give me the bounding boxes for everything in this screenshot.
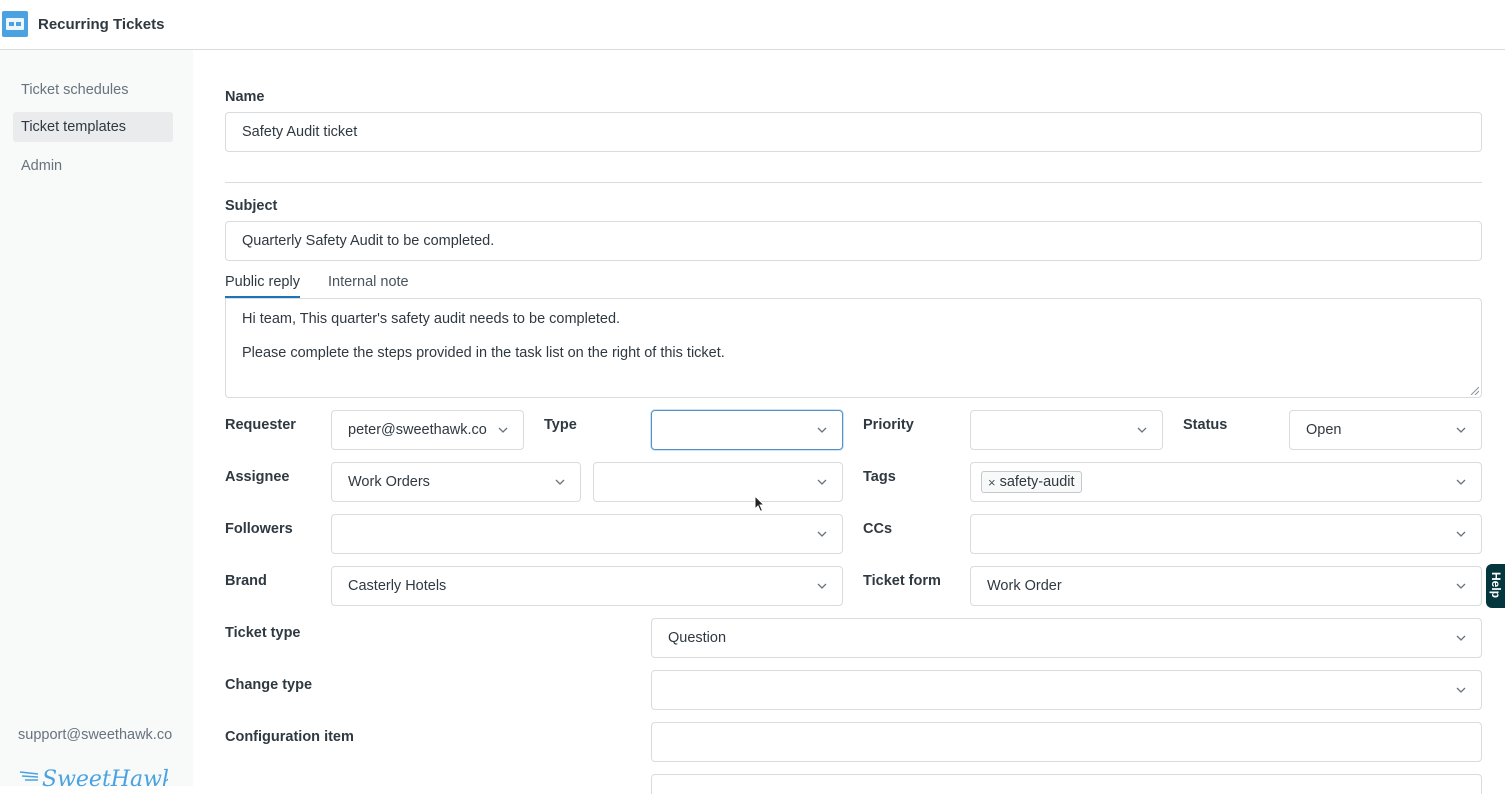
mouse-cursor-icon: [754, 495, 766, 513]
tab-public-reply[interactable]: Public reply: [225, 274, 300, 298]
chevron-down-icon: [817, 427, 827, 433]
requester-value: peter@sweethawk.co: [348, 422, 487, 438]
sidebar-item-ticket-templates[interactable]: Ticket templates: [13, 112, 173, 142]
change-type-label: Change type: [225, 677, 313, 693]
name-label: Name: [225, 89, 265, 105]
assignee-group-select[interactable]: Work Orders: [331, 462, 581, 502]
priority-select[interactable]: [970, 410, 1163, 450]
subject-value: Quarterly Safety Audit to be completed.: [242, 233, 495, 249]
sidebar-item-ticket-schedules[interactable]: Ticket schedules: [13, 75, 173, 105]
status-label: Status: [1183, 417, 1228, 433]
assignee-agent-select[interactable]: [593, 462, 843, 502]
brand-select[interactable]: Casterly Hotels: [331, 566, 843, 606]
chevron-down-icon: [1456, 427, 1466, 433]
brand-label: Brand: [225, 573, 267, 589]
type-label: Type: [544, 417, 577, 433]
chevron-down-icon: [1456, 531, 1466, 537]
configuration-item-label: Configuration item: [225, 729, 354, 745]
tag-chip: × safety-audit: [981, 471, 1082, 493]
sweethawk-logo: SweetHawk: [18, 766, 168, 788]
name-value: Safety Audit ticket: [242, 124, 358, 140]
chevron-down-icon: [817, 583, 827, 589]
app-title: Recurring Tickets: [38, 16, 165, 33]
ccs-select[interactable]: [970, 514, 1482, 554]
tags-label: Tags: [863, 469, 896, 485]
chevron-down-icon: [1456, 635, 1466, 641]
followers-select[interactable]: [331, 514, 843, 554]
configuration-item-input[interactable]: [651, 722, 1482, 762]
sidebar-item-admin[interactable]: Admin: [13, 151, 173, 181]
body-line-1: Hi team, This quarter's safety audit nee…: [242, 311, 621, 327]
assignee-group-value: Work Orders: [348, 474, 430, 490]
ticket-form-select[interactable]: Work Order: [970, 566, 1482, 606]
name-input[interactable]: Safety Audit ticket: [225, 112, 1482, 152]
change-type-select[interactable]: [651, 670, 1482, 710]
next-field-input[interactable]: [651, 774, 1482, 794]
assignee-label: Assignee: [225, 469, 290, 485]
template-form: Name Safety Audit ticket Subject Quarter…: [193, 50, 1505, 794]
chevron-down-icon: [817, 531, 827, 537]
ticket-type-select[interactable]: Question: [651, 618, 1482, 658]
followers-label: Followers: [225, 521, 293, 537]
subject-label: Subject: [225, 198, 278, 214]
help-button[interactable]: Help: [1486, 564, 1505, 608]
chevron-down-icon: [1456, 583, 1466, 589]
sidebar: Ticket schedules Ticket templates Admin …: [0, 50, 193, 788]
top-bar: Recurring Tickets: [0, 0, 1505, 50]
ticket-type-value: Question: [668, 630, 727, 646]
type-select[interactable]: [651, 410, 843, 450]
priority-label: Priority: [863, 417, 914, 433]
svg-text:SweetHawk: SweetHawk: [42, 767, 168, 788]
chevron-down-icon: [1456, 479, 1466, 485]
subject-input[interactable]: Quarterly Safety Audit to be completed.: [225, 221, 1482, 261]
chevron-down-icon: [555, 479, 565, 485]
chevron-down-icon: [817, 479, 827, 485]
tab-internal-note[interactable]: Internal note: [328, 274, 409, 298]
ticket-type-label: Ticket type: [225, 625, 301, 641]
tags-input[interactable]: × safety-audit: [970, 462, 1482, 502]
divider: [225, 182, 1482, 183]
help-label: Help: [1489, 572, 1503, 599]
ticket-app-icon: [2, 11, 28, 37]
chevron-down-icon: [498, 427, 508, 433]
chevron-down-icon: [1456, 687, 1466, 693]
status-value: Open: [1306, 422, 1342, 438]
body-line-2: Please complete the steps provided in th…: [242, 345, 725, 361]
support-email-link[interactable]: support@sweethawk.co: [18, 727, 172, 743]
status-select[interactable]: Open: [1289, 410, 1482, 450]
tag-label: safety-audit: [999, 474, 1075, 490]
resize-handle-icon[interactable]: [1471, 387, 1479, 395]
ticket-form-value: Work Order: [987, 578, 1062, 594]
requester-select[interactable]: peter@sweethawk.co: [331, 410, 524, 450]
requester-label: Requester: [225, 417, 296, 433]
comment-body-textarea[interactable]: Hi team, This quarter's safety audit nee…: [225, 298, 1482, 398]
chevron-down-icon: [1137, 427, 1147, 433]
ticket-form-label: Ticket form: [863, 573, 941, 589]
brand-value: Casterly Hotels: [348, 578, 447, 594]
ccs-label: CCs: [863, 521, 893, 537]
remove-tag-icon[interactable]: ×: [988, 475, 996, 490]
